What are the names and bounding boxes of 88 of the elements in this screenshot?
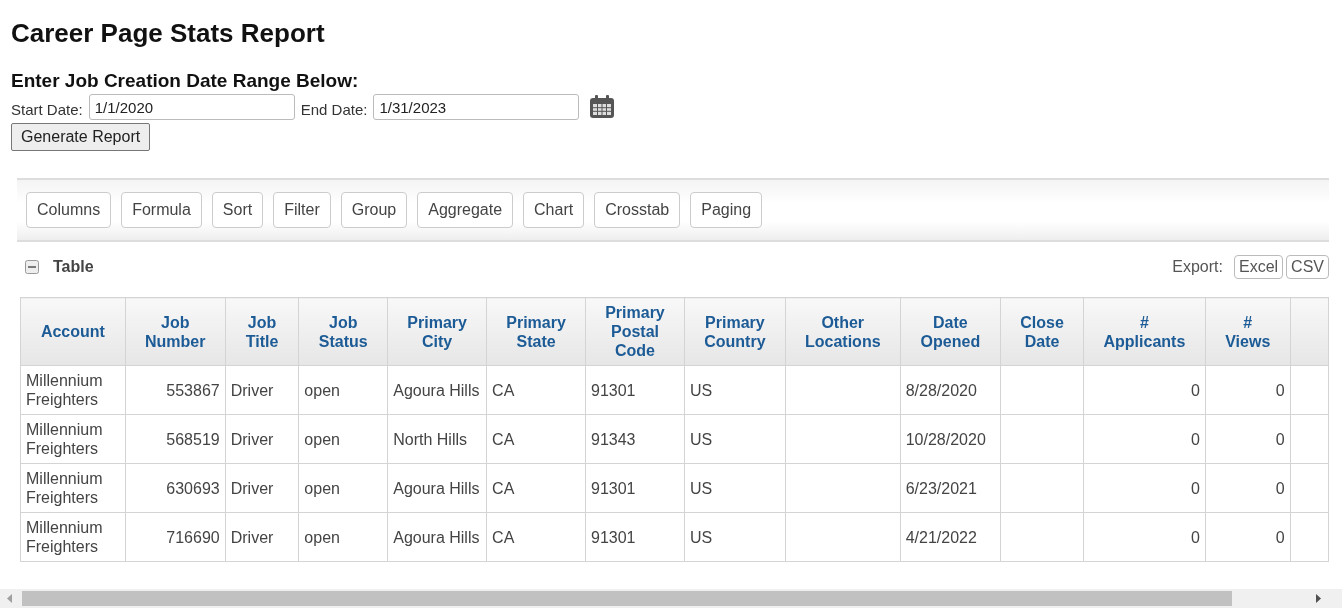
start-date-field[interactable]: 1/1/2020 [88, 94, 295, 120]
table-cell [1290, 414, 1329, 464]
table-cell: Driver [225, 414, 299, 464]
end-date-field[interactable]: 1/31/2023 [373, 94, 580, 120]
column-header[interactable]: Primary Postal Code [585, 297, 685, 366]
export-button[interactable]: Excel [1233, 255, 1284, 279]
table-cell: 4/21/2022 [900, 512, 1001, 562]
toolbar-button[interactable]: Crosstab [594, 192, 681, 228]
table-cell: 91301 [585, 463, 685, 513]
export-button[interactable]: CSV [1286, 255, 1329, 279]
column-header[interactable]: Job Number [125, 297, 226, 366]
table-cell: Driver [225, 512, 299, 562]
table-cell: CA [486, 414, 586, 464]
table-cell: 91301 [585, 365, 685, 415]
table-cell: 568519 [125, 414, 226, 464]
table-cell: 10/28/2020 [900, 414, 1001, 464]
horizontal-scrollbar[interactable] [0, 589, 1342, 608]
column-header[interactable]: Date Opened [900, 297, 1001, 366]
column-header[interactable] [1290, 297, 1329, 366]
table-cell [1290, 365, 1329, 415]
table-cell: 0 [1083, 463, 1206, 513]
table-cell: Agoura Hills [387, 512, 487, 562]
table-cell: 0 [1205, 365, 1291, 415]
table-cell: open [298, 365, 388, 415]
column-header[interactable]: Job Title [225, 297, 299, 366]
table-cell: Millennium Freighters [20, 414, 126, 464]
date-range-heading: Enter Job Creation Date Range Below: [11, 70, 360, 92]
scroll-right-icon[interactable] [1314, 594, 1322, 603]
generate-report-button[interactable]: Generate Report [11, 123, 151, 151]
column-header[interactable]: Primary City [387, 297, 487, 366]
table-cell: open [298, 463, 388, 513]
table-cell: Agoura Hills [387, 463, 487, 513]
toolbar-button[interactable]: Group [340, 192, 408, 228]
panel-title: Table [53, 258, 95, 276]
table-cell: US [684, 414, 786, 464]
toolbar-button[interactable]: Formula [121, 192, 202, 228]
column-header[interactable]: Other Locations [785, 297, 901, 366]
table-cell [1290, 463, 1329, 513]
export-label: Export: [1172, 258, 1223, 276]
table-cell: US [684, 463, 786, 513]
table-cell: 0 [1083, 414, 1206, 464]
end-date-label: End Date: [300, 99, 368, 118]
toolbar-button[interactable]: Chart [523, 192, 585, 228]
table-cell: 0 [1205, 414, 1291, 464]
table-cell [1290, 512, 1329, 562]
table-cell: Millennium Freighters [20, 463, 126, 513]
table-cell: North Hills [387, 414, 487, 464]
collapse-icon[interactable] [25, 260, 39, 274]
table-cell: US [684, 512, 786, 562]
column-header[interactable]: Account [20, 297, 126, 366]
table-cell: 8/28/2020 [900, 365, 1001, 415]
table-cell: Agoura Hills [387, 365, 487, 415]
scrollbar-thumb[interactable] [22, 591, 1232, 606]
table-cell: 0 [1205, 463, 1291, 513]
column-header[interactable]: Primary State [486, 297, 586, 366]
table-cell: CA [486, 463, 586, 513]
table-cell: 6/23/2021 [900, 463, 1001, 513]
column-header[interactable]: # Applicants [1083, 297, 1206, 366]
table-cell: Driver [225, 463, 299, 513]
table-cell: 91301 [585, 512, 685, 562]
toolbar-button[interactable]: Aggregate [417, 192, 514, 228]
table-cell: open [298, 414, 388, 464]
calendar-icon[interactable] [589, 95, 616, 119]
table-cell: 0 [1083, 365, 1206, 415]
scroll-left-icon[interactable] [6, 594, 14, 603]
table-cell: Millennium Freighters [20, 365, 126, 415]
table-cell: 0 [1205, 512, 1291, 562]
toolbar-button[interactable]: Filter [273, 192, 331, 228]
toolbar-button[interactable]: Paging [690, 192, 763, 228]
page-title: Career Page Stats Report [11, 17, 326, 50]
table-cell: 553867 [125, 365, 226, 415]
table-cell: open [298, 512, 388, 562]
column-header[interactable]: Close Date [1000, 297, 1084, 366]
toolbar-button[interactable]: Columns [26, 192, 112, 228]
column-header[interactable]: Primary Country [684, 297, 786, 366]
table-cell: 716690 [125, 512, 226, 562]
column-header[interactable]: # Views [1205, 297, 1291, 366]
table-cell: CA [486, 512, 586, 562]
column-header[interactable]: Job Status [298, 297, 388, 366]
table-cell: Driver [225, 365, 299, 415]
start-date-label: Start Date: [11, 99, 83, 118]
toolbar-button[interactable]: Sort [211, 192, 264, 228]
table-cell: US [684, 365, 786, 415]
table-cell: Millennium Freighters [20, 512, 126, 562]
table-cell: CA [486, 365, 586, 415]
table-cell: 91343 [585, 414, 685, 464]
table-cell: 0 [1083, 512, 1206, 562]
table-cell: 630693 [125, 463, 226, 513]
